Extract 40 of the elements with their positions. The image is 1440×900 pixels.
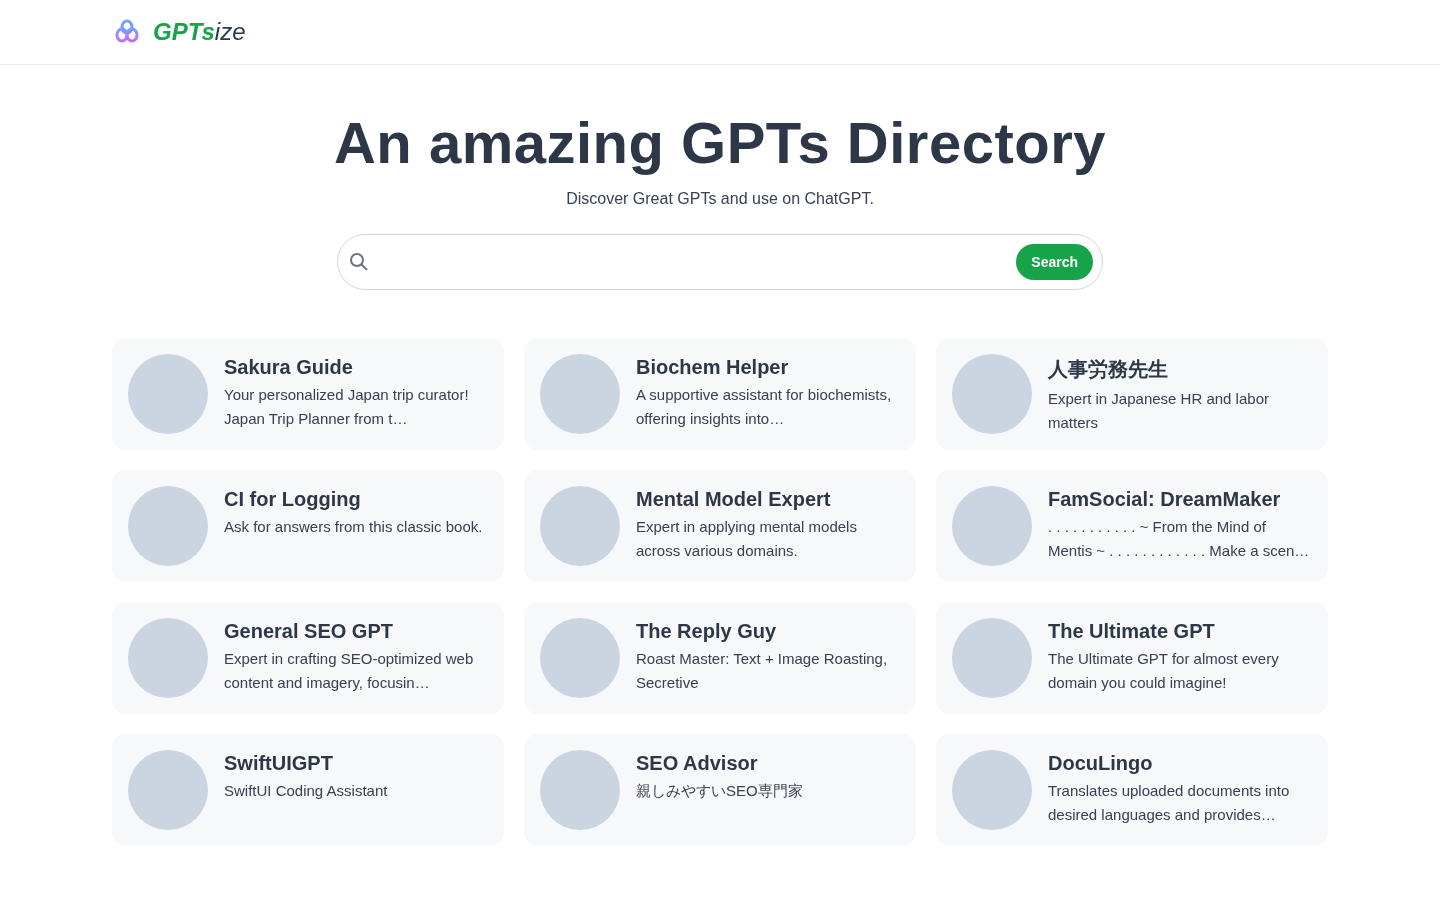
gpt-title: General SEO GPT (224, 620, 394, 643)
gpt-description: The Ultimate GPT for almost every domain you could imagine! (1048, 649, 1280, 693)
site-logo[interactable]: GPTsize (153, 18, 246, 46)
gpt-card[interactable]: SwiftUIGPT SwiftUI Coding Assistant (112, 734, 504, 846)
gpt-card[interactable]: Sakura Guide Your personalized Japan trip curator! Japan Trip Planner from t… (112, 338, 504, 450)
gpt-title: Mental Model Expert (636, 488, 832, 511)
gpt-card[interactable]: Biochem Helper A supportive assistant for biochemists, offering insights into… (524, 338, 916, 450)
gpt-card[interactable]: The Reply Guy Roast Master: Text + Image Roasting, Secretive (524, 602, 916, 714)
gpt-title: The Reply Guy (636, 620, 778, 643)
gpt-card[interactable]: DocuLingo Translates uploaded documents into desired languages and provides… (936, 734, 1328, 846)
gpt-title: The Ultimate GPT (1048, 620, 1216, 643)
gpt-title: Biochem Helper (636, 356, 790, 379)
gpt-card[interactable]: The Ultimate GPT The Ultimate GPT for almost every domain you could imagine! (936, 602, 1328, 714)
gpt-card[interactable]: FamSocial: DreamMaker . . . . . . . . . . . ~ From the Mind of Mentis ~ . . . . . . . . . . . . Make a scen… (936, 470, 1328, 582)
gpt-card[interactable]: SEO Advisor 親しみやすいSEO専門家 (524, 734, 916, 846)
gpt-title: SEO Advisor (636, 752, 759, 775)
gpt-description: Ask for answers from this classic book. (224, 517, 483, 537)
gpt-description: . . . . . . . . . . . ~ From the Mind of Mentis ~ . . . . . . . . . . . . Make a scen… (1048, 517, 1311, 561)
gpt-description: Your personalized Japan trip curator! Japan Trip Planner from t… (224, 385, 470, 429)
gpt-card[interactable]: 人事労務先生 Expert in Japanese HR and labor matters (936, 338, 1328, 450)
gpt-title: DocuLingo (1048, 752, 1154, 775)
page-title: An amazing GPTs Directory (333, 109, 1107, 176)
gpt-title: SwiftUIGPT (224, 752, 334, 775)
page-subtitle: Discover Great GPTs and use on ChatGPT. (566, 190, 874, 208)
gpt-title: 人事労務先生 (1048, 357, 1169, 382)
gpt-card[interactable]: Mental Model Expert Expert in applying mental models across various domains. (524, 470, 916, 582)
gpt-title: Sakura Guide (224, 356, 354, 379)
gpt-title: CI for Logging (224, 488, 362, 511)
gpt-description: Expert in applying mental models across various domains. (636, 517, 858, 561)
gpt-description: Expert in Japanese HR and labor matters (1048, 389, 1270, 433)
gpt-description: Translates uploaded documents into desired languages and provides… (1048, 781, 1291, 825)
gpt-description: Roast Master: Text + Image Roasting, Secretive (636, 649, 889, 693)
search-icon (349, 252, 369, 272)
gpt-description: Expert in crafting SEO-optimized web content and imagery, focusin… (224, 649, 475, 693)
gpt-card[interactable]: General SEO GPT Expert in crafting SEO-optimized web content and imagery, focusin… (112, 602, 504, 714)
gpt-title: FamSocial: DreamMaker (1048, 488, 1282, 511)
gpt-description: SwiftUI Coding Assistant (224, 781, 388, 801)
gpt-description: 親しみやすいSEO専門家 (636, 781, 803, 801)
gpt-card[interactable]: CI for Logging Ask for answers from this classic book. (112, 470, 504, 582)
gpt-description: A supportive assistant for biochemists, offering insights into… (636, 385, 893, 429)
